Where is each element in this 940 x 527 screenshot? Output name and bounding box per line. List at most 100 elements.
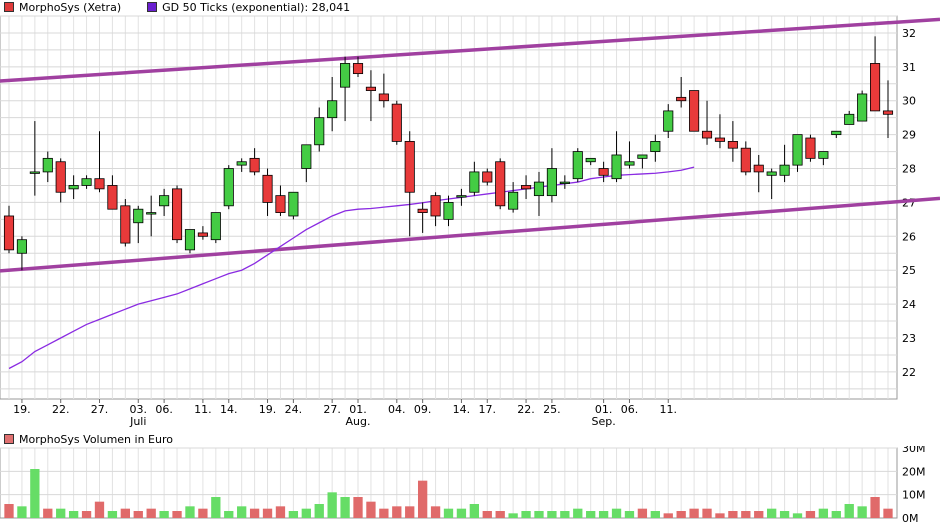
volume-bar-down xyxy=(146,508,156,518)
price-x-month-label: Aug. xyxy=(346,415,371,428)
volume-bar-up xyxy=(17,506,27,518)
candle-down xyxy=(689,90,700,132)
volume-bar-up xyxy=(340,497,350,518)
candle-up xyxy=(29,171,40,174)
candle-up xyxy=(327,100,338,119)
legend-item-gd50: GD 50 Ticks (exponential): 28,041 xyxy=(143,1,350,14)
candle-up xyxy=(223,168,234,207)
candle-down xyxy=(275,195,286,213)
price-y-tick-label: 31 xyxy=(902,61,916,74)
volume-bar-up xyxy=(469,504,480,518)
volume-bar-up xyxy=(521,511,531,518)
volume-bar-up xyxy=(456,508,467,518)
candle-up xyxy=(779,164,790,176)
volume-bar-up xyxy=(68,511,79,518)
volume-bar-down xyxy=(379,508,389,518)
chart-root: MorphoSys (Xetra) GD 50 Ticks (exponenti… xyxy=(0,0,940,527)
candle-up xyxy=(301,144,312,169)
volume-bar-up xyxy=(767,508,777,518)
legend-label-morphosys: MorphoSys (Xetra) xyxy=(19,0,122,14)
volume-bar-down xyxy=(417,480,428,518)
candle-up xyxy=(68,185,79,190)
volume-bar-down xyxy=(870,497,880,518)
volume-bar-up xyxy=(30,469,40,518)
price-x-tick-label: 06. xyxy=(155,403,173,416)
candle-up xyxy=(133,208,144,224)
candle-up xyxy=(585,157,596,163)
price-x-tick-label: 22. xyxy=(517,403,535,416)
legend-item-morphosys: MorphoSys (Xetra) xyxy=(0,1,121,14)
candle-down xyxy=(171,188,183,241)
volume-bar-up xyxy=(779,511,790,518)
volume-legend: MorphoSys Volumen in Euro xyxy=(0,432,195,446)
legend-item-volume: MorphoSys Volumen in Euro xyxy=(0,433,173,446)
price-y-tick-label: 29 xyxy=(902,129,916,142)
volume-bar-up xyxy=(327,492,337,518)
volume-bar-up xyxy=(586,511,596,518)
candle-up xyxy=(443,202,454,220)
volume-bar-down xyxy=(81,511,92,518)
volume-bar-up xyxy=(211,497,221,518)
candle-up xyxy=(314,117,325,146)
volume-bar-up xyxy=(224,511,234,518)
volume-bar-up xyxy=(560,511,570,518)
candle-up xyxy=(81,178,92,186)
volume-bar-down xyxy=(754,511,764,518)
volume-bar-up xyxy=(650,511,660,518)
volume-chart: 30M 20M 10M 0M xyxy=(0,446,926,525)
volume-bar-up xyxy=(611,508,622,518)
candle-up xyxy=(340,63,351,88)
candle-up xyxy=(792,134,803,166)
candle-down xyxy=(870,63,881,112)
volume-bar-down xyxy=(676,511,686,518)
price-y-tick-label: 23 xyxy=(902,332,916,345)
candle-down xyxy=(352,63,364,75)
volume-bar-down xyxy=(4,504,14,518)
price-x-tick-label: 19. xyxy=(13,403,31,416)
candle-up xyxy=(508,191,519,210)
volume-y-tick-label: 0M xyxy=(902,512,919,525)
legend-swatch-gd50 xyxy=(147,2,158,12)
volume-bar-up xyxy=(792,513,803,518)
candle-up xyxy=(42,157,53,173)
candle-up xyxy=(16,239,27,254)
volume-bar-down xyxy=(172,511,182,518)
price-x-tick-label: 27. xyxy=(91,403,109,416)
legend-swatch-volume xyxy=(4,434,14,444)
volume-bar-down xyxy=(94,501,105,518)
volume-bar-down xyxy=(430,506,441,518)
price-x-month-label: Sep. xyxy=(592,415,616,428)
candle-up xyxy=(572,151,583,180)
candle-down xyxy=(701,130,713,139)
volume-bar-down xyxy=(198,508,208,518)
candle-down xyxy=(676,96,687,102)
candle-down xyxy=(378,93,389,102)
volume-bar-up xyxy=(288,511,299,518)
volume-bar-up xyxy=(547,511,557,518)
candle-down xyxy=(714,137,726,142)
candle-down xyxy=(753,164,764,173)
candle-down xyxy=(805,137,816,159)
volume-bar-up xyxy=(107,511,118,518)
volume-bar-up xyxy=(159,511,169,518)
candle-down xyxy=(197,232,208,237)
price-x-tick-label: 14. xyxy=(220,403,238,416)
candle-up xyxy=(559,181,570,184)
price-x-tick-label: 11. xyxy=(660,403,678,416)
volume-bar-down xyxy=(637,508,648,518)
candle-up xyxy=(637,154,648,159)
candle-up xyxy=(533,181,545,197)
volume-bar-down xyxy=(120,508,130,518)
price-chart: 222324252627282930313219. 22. 27. 03.Juli06… xyxy=(0,15,940,428)
candle-up xyxy=(624,161,635,166)
candle-down xyxy=(365,86,376,91)
volume-bar-up xyxy=(314,504,324,518)
candle-down xyxy=(598,168,609,176)
volume-bar-up xyxy=(185,506,195,518)
volume-bar-down xyxy=(689,508,699,518)
candle-down xyxy=(482,171,493,183)
price-x-tick-label: 19. xyxy=(259,403,277,416)
volume-bar-down xyxy=(702,508,712,518)
candle-up xyxy=(236,161,247,166)
candle-down xyxy=(107,185,118,210)
